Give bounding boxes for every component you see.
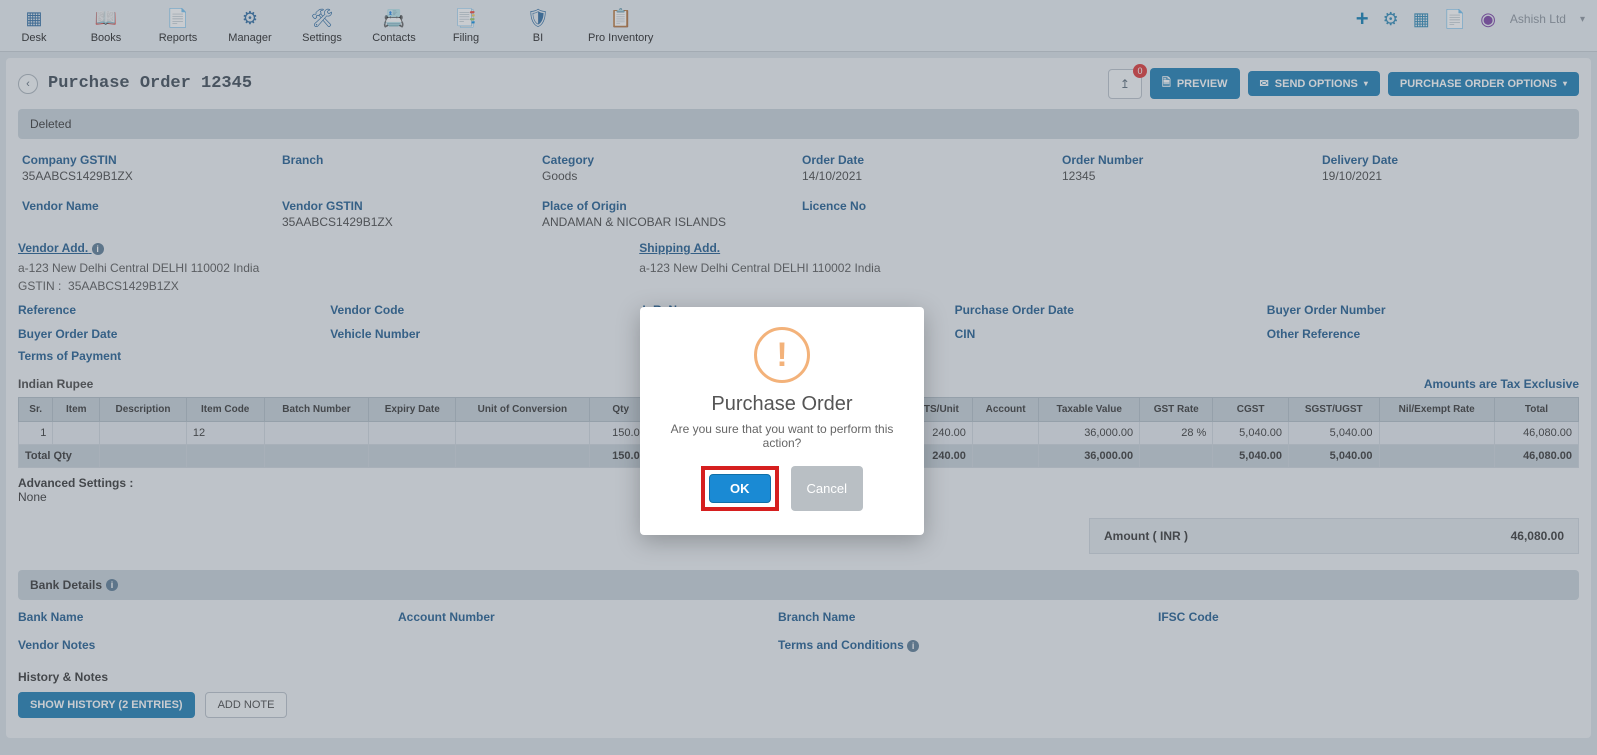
modal-message: Are you sure that you want to perform th…: [658, 422, 906, 450]
modal-title: Purchase Order: [658, 393, 906, 416]
cancel-button[interactable]: Cancel: [791, 466, 863, 511]
warning-icon: !: [754, 327, 810, 383]
confirm-modal: ! Purchase Order Are you sure that you w…: [640, 307, 924, 535]
ok-button[interactable]: OK: [709, 474, 771, 503]
ok-highlight: OK: [701, 466, 779, 511]
